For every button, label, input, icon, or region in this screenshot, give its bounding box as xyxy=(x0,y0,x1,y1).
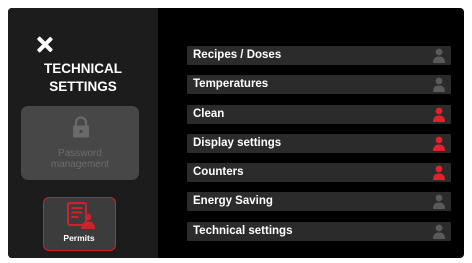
menu-item-label: Recipes / Doses xyxy=(193,49,282,61)
technical-settings-panel: TECHNICAL SETTINGS Password management P… xyxy=(8,8,464,258)
menu-item-label: Display settings xyxy=(193,136,282,149)
user-icon xyxy=(433,224,445,239)
user-icon xyxy=(433,136,445,151)
menu-item-clean[interactable]: Clean xyxy=(187,104,451,124)
user-icon xyxy=(433,195,445,210)
settings-menu: Recipes / Doses Temperatures Clean Displ… xyxy=(187,46,451,251)
menu-item-label: Technical settings xyxy=(193,224,293,237)
menu-item-temperatures[interactable]: Temperatures xyxy=(187,75,451,95)
password-management-button[interactable]: Password management xyxy=(21,106,139,180)
page-title: TECHNICAL SETTINGS xyxy=(8,60,158,96)
menu-item-technical-settings[interactable]: Technical settings xyxy=(187,221,451,241)
menu-item-label: Temperatures xyxy=(193,78,269,91)
menu-item-label: Energy Saving xyxy=(193,195,273,208)
permits-label: Permits xyxy=(63,233,95,243)
menu-item-energy-saving[interactable]: Energy Saving xyxy=(187,192,451,212)
menu-item-counters[interactable]: Counters xyxy=(187,163,451,183)
menu-item-recipes-doses[interactable]: Recipes / Doses xyxy=(187,46,451,65)
permits-button[interactable]: Permits xyxy=(43,197,116,251)
user-icon xyxy=(433,77,445,93)
close-icon[interactable] xyxy=(36,36,54,54)
menu-item-label: Counters xyxy=(193,166,244,179)
screen: TECHNICAL SETTINGS Password management P… xyxy=(0,0,472,263)
user-icon xyxy=(433,165,445,181)
menu-item-display-settings[interactable]: Display settings xyxy=(187,133,451,153)
menu-item-label: Clean xyxy=(193,107,225,120)
lock-icon xyxy=(73,116,89,138)
user-icon xyxy=(433,107,445,122)
sidebar: TECHNICAL SETTINGS Password management P… xyxy=(8,8,158,258)
user-icon xyxy=(433,48,445,63)
page-title-line1: TECHNICAL xyxy=(44,61,122,76)
password-management-label: Password management xyxy=(50,148,110,170)
permits-icon xyxy=(67,202,95,229)
page-title-line2: SETTINGS xyxy=(49,79,117,94)
